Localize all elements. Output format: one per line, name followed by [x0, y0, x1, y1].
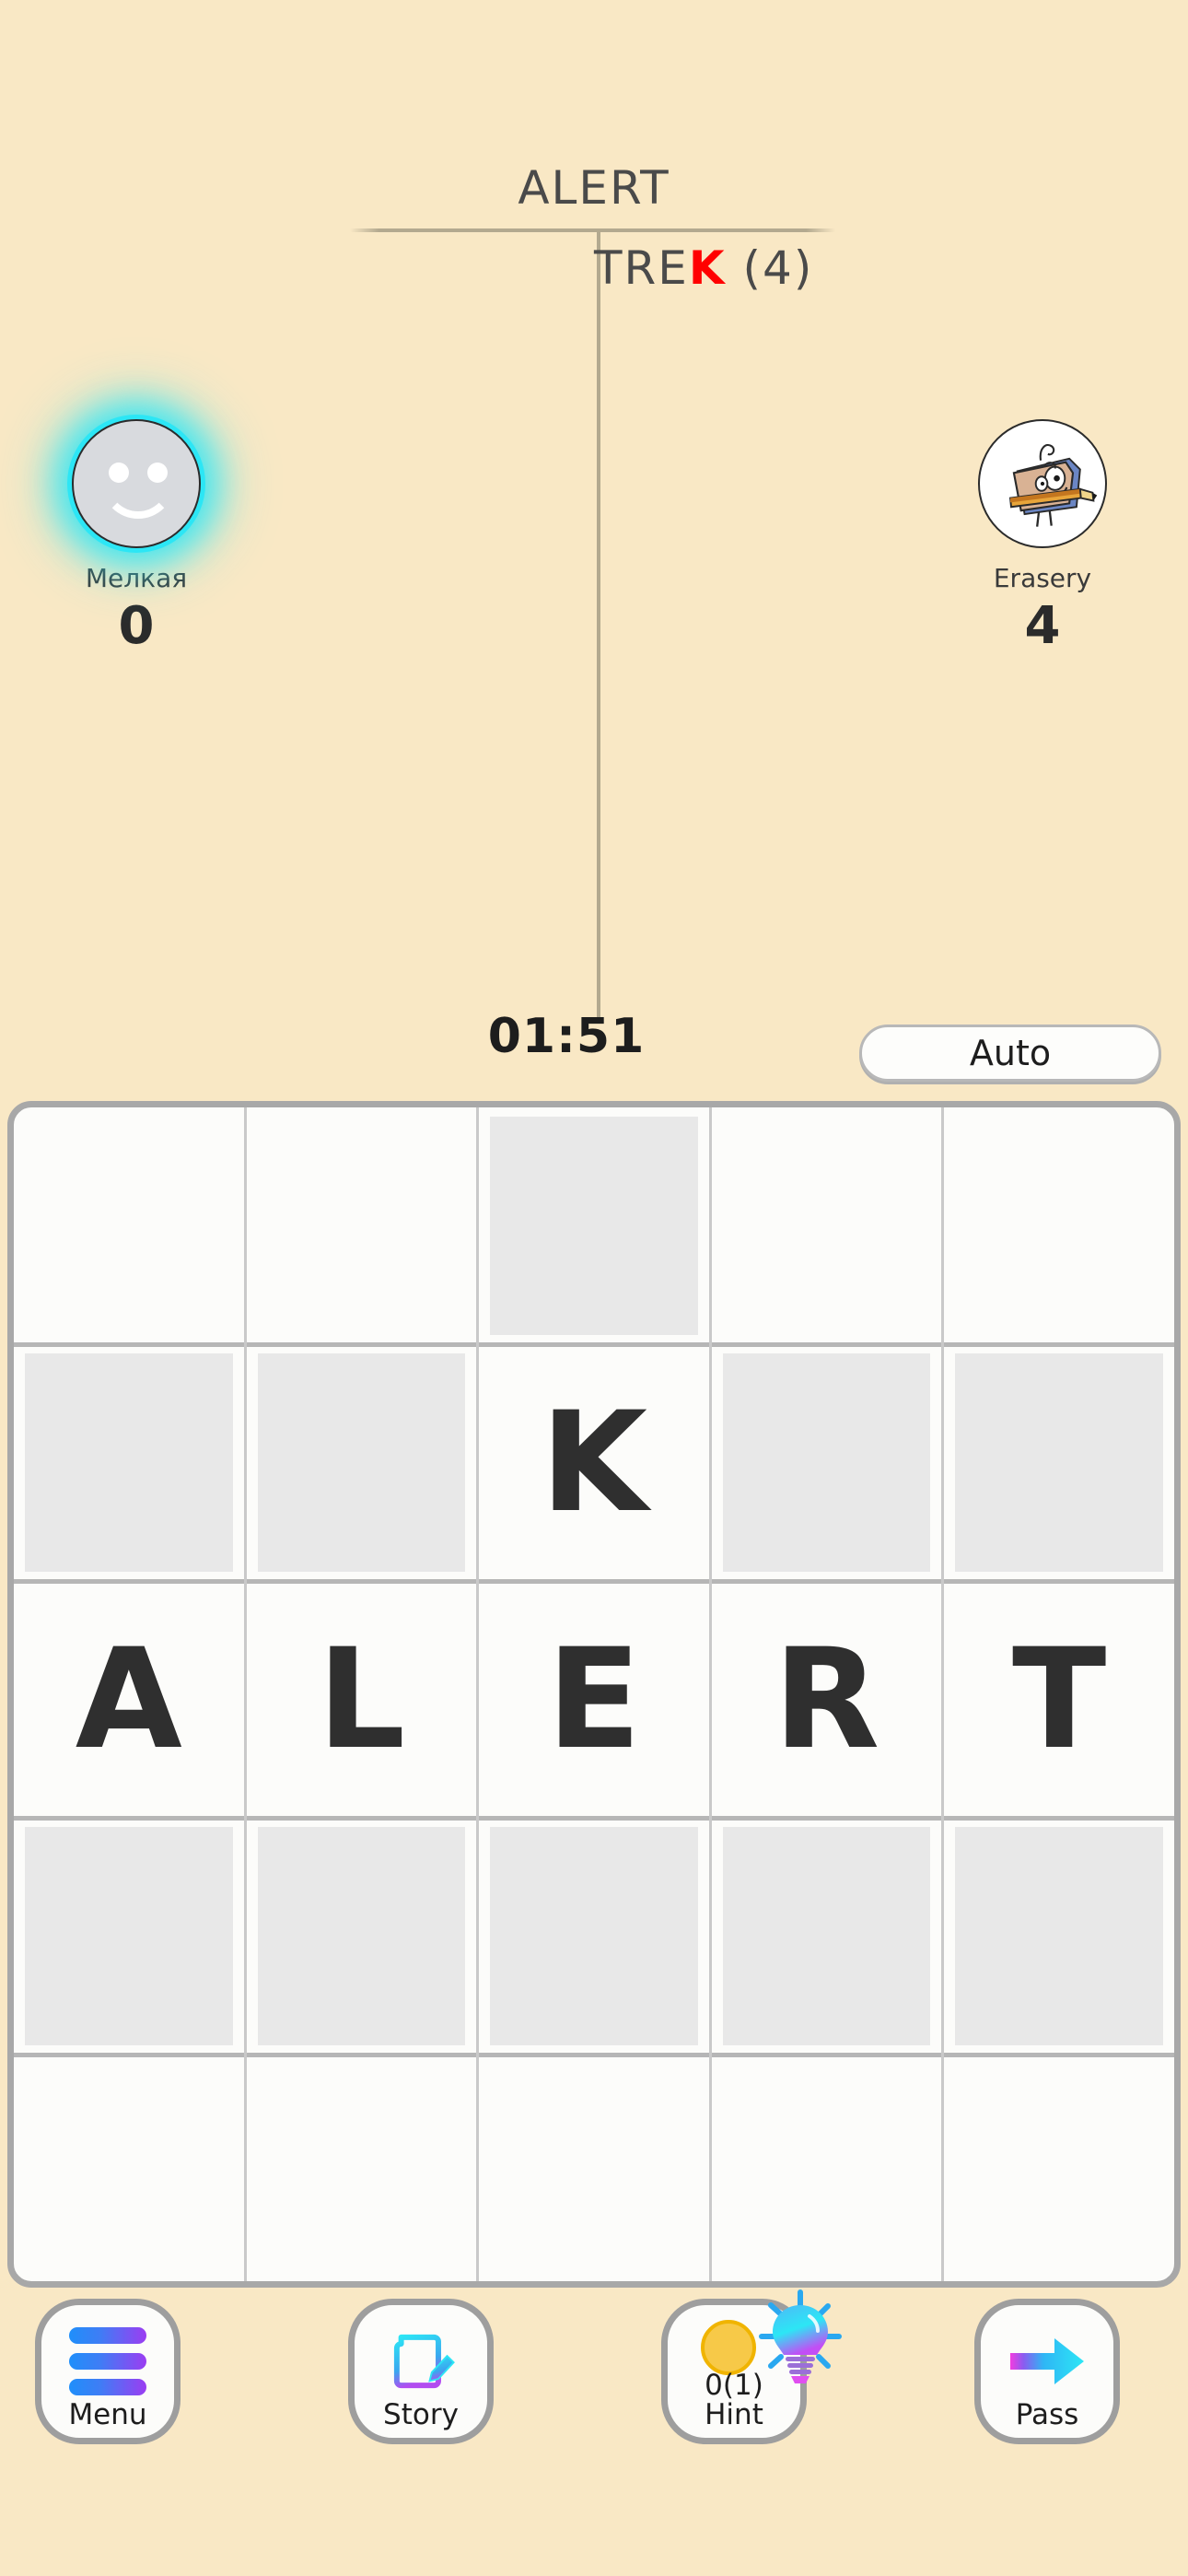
word-suffix: (4): [726, 241, 814, 295]
cell-letter: K: [540, 1382, 648, 1543]
board-cell[interactable]: [712, 2055, 945, 2281]
board-cell[interactable]: [712, 1818, 945, 2055]
board-cell[interactable]: [247, 2055, 480, 2281]
board-row: [14, 2055, 1174, 2281]
cell-tile: [25, 1353, 233, 1572]
avatar-smiley-icon[interactable]: [72, 419, 201, 548]
board-cell[interactable]: [247, 1107, 480, 1344]
hint-button[interactable]: 0(1) Hint: [661, 2289, 842, 2444]
cell-tile: [490, 1827, 698, 2045]
hint-button-label: Hint: [705, 2398, 763, 2432]
cell-letter: A: [75, 1619, 182, 1780]
cell-tile: [722, 1827, 931, 2045]
player-card-right[interactable]: Erasery 4: [923, 419, 1162, 652]
board-cell[interactable]: [712, 1107, 945, 1344]
avatar-holder-right: [978, 419, 1107, 548]
board-cell[interactable]: [14, 1344, 247, 1581]
board-cell[interactable]: [479, 1107, 712, 1344]
header-top-word: ALERT: [0, 161, 1188, 215]
board-row: ALERT: [14, 1581, 1174, 1818]
round-timer: 01:51: [487, 1009, 646, 1064]
cell-tile: [955, 1827, 1163, 2045]
board-cell[interactable]: [14, 2055, 247, 2281]
cell-tile: [257, 1353, 466, 1572]
cell-tile: [257, 1827, 466, 2045]
cell-tile: [955, 1353, 1163, 1572]
avatar-eraser-mascot-icon[interactable]: [978, 419, 1107, 548]
avatar-holder-left: [72, 419, 201, 548]
menu-hamburger-icon: [41, 2325, 174, 2397]
board-cell[interactable]: [247, 1818, 480, 2055]
game-screen: ALERT TREK (4) Мелкая 0 Erasery 4 01:51 …: [0, 0, 1188, 2576]
cell-letter: T: [1012, 1619, 1107, 1780]
game-board[interactable]: K ALERT: [7, 1101, 1181, 2288]
pass-button-label: Pass: [1015, 2398, 1079, 2432]
header-word-text: ALERT: [518, 161, 670, 215]
story-button-label: Story: [383, 2398, 459, 2432]
board-cell[interactable]: R: [712, 1581, 945, 1818]
cell-tile: [722, 1353, 931, 1572]
player-score-right: 4: [1024, 596, 1061, 656]
player-score-left: 0: [118, 596, 155, 656]
pass-arrow-icon: [981, 2325, 1113, 2397]
board-cell[interactable]: [944, 2055, 1174, 2281]
board-cell[interactable]: K: [479, 1344, 712, 1581]
header-divider-horizontal: [350, 228, 835, 232]
player-name-right: Erasery: [993, 563, 1092, 593]
menu-button[interactable]: Menu: [35, 2299, 181, 2444]
smiley-mouth-icon: [101, 473, 175, 519]
board-row: [14, 1818, 1174, 2055]
cell-letter: R: [773, 1619, 880, 1780]
board-cell[interactable]: [14, 1818, 247, 2055]
word-highlight-letter: K: [688, 241, 727, 295]
eraser-mascot-drawing: [1008, 444, 1098, 527]
auto-button-label: Auto: [969, 1033, 1052, 1073]
player-name-left: Мелкая: [85, 563, 188, 593]
hint-count: 0(1): [705, 2368, 763, 2402]
board-row: [14, 1107, 1174, 1344]
player-card-left[interactable]: Мелкая 0: [17, 419, 256, 652]
bottom-toolbar: Menu Story 0(1) Hint Pass: [0, 2289, 1188, 2538]
header-current-word: TREK (4): [594, 241, 1110, 295]
board-cell[interactable]: [247, 1344, 480, 1581]
story-document-pencil-icon: [355, 2325, 487, 2397]
board-cell[interactable]: [14, 1107, 247, 1344]
board-cell[interactable]: L: [247, 1581, 480, 1818]
pass-button[interactable]: Pass: [974, 2299, 1120, 2444]
cell-tile: [490, 1117, 698, 1335]
cell-letter: E: [546, 1619, 642, 1780]
board-cell[interactable]: [944, 1818, 1174, 2055]
board-cell[interactable]: E: [479, 1581, 712, 1818]
auto-button[interactable]: Auto: [859, 1025, 1161, 1082]
board-cell[interactable]: [944, 1107, 1174, 1344]
board-cell[interactable]: A: [14, 1581, 247, 1818]
story-button[interactable]: Story: [348, 2299, 494, 2444]
board-cell[interactable]: [479, 2055, 712, 2281]
cell-letter: L: [317, 1619, 406, 1780]
cell-tile: [25, 1827, 233, 2045]
board-cell[interactable]: [712, 1344, 945, 1581]
word-prefix: TRE: [594, 241, 689, 295]
menu-button-label: Menu: [68, 2398, 147, 2432]
board-cell[interactable]: [479, 1818, 712, 2055]
board-cell[interactable]: [944, 1344, 1174, 1581]
header-divider-vertical: [597, 230, 600, 1023]
board-row: K: [14, 1344, 1174, 1581]
board-cell[interactable]: T: [944, 1581, 1174, 1818]
